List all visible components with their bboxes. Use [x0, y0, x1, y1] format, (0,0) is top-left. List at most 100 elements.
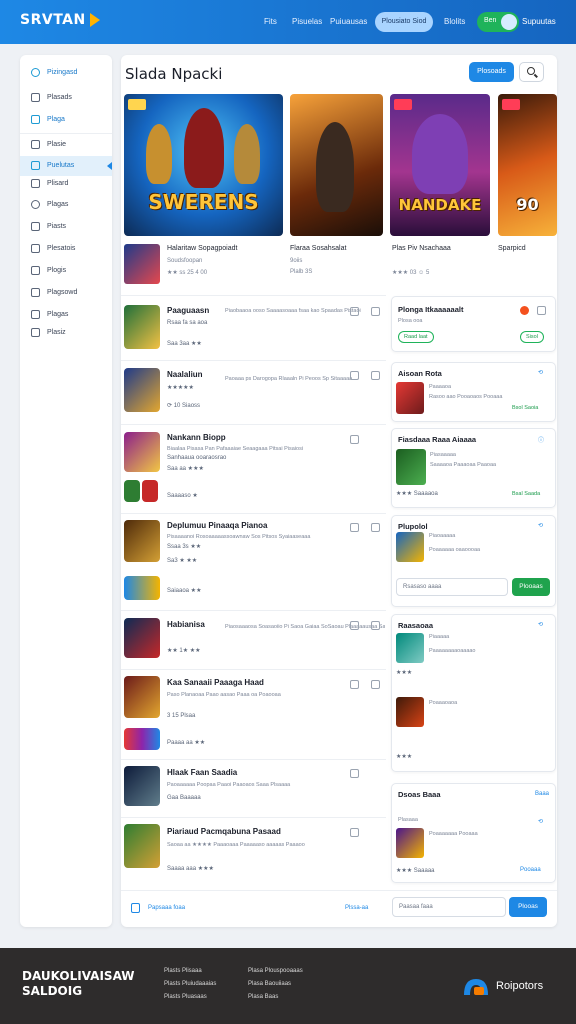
card-input[interactable]: Rsasaso aaaa — [396, 578, 508, 596]
sidebar-item-plagsowd[interactable]: Plagsowd — [20, 283, 112, 303]
bookmark-icon[interactable] — [350, 769, 359, 778]
footer-link[interactable]: Plasts Pluasaas — [164, 994, 207, 1000]
sidebar-item-plagas[interactable]: Plagas — [20, 195, 112, 215]
card-link[interactable]: Pooaaa — [520, 867, 541, 873]
nav-link-blolits[interactable]: Blolits — [444, 17, 465, 26]
search-button[interactable] — [519, 62, 544, 82]
sidebar-item-plagas-2[interactable]: Plagas — [20, 305, 112, 325]
sidebar-item-plogis[interactable]: Plogis — [20, 261, 112, 281]
featured-title[interactable]: Plas Piv Nsachaaa — [392, 245, 451, 252]
featured-card-2[interactable] — [290, 94, 383, 236]
refresh-icon[interactable]: ⟲ — [538, 818, 543, 825]
share-icon[interactable] — [371, 307, 380, 316]
card-thumbnail[interactable] — [396, 697, 424, 727]
row-title[interactable]: Naalaliun — [167, 370, 203, 379]
sidebar-item-plisard[interactable]: Plisard — [20, 174, 112, 194]
card-link[interactable]: Bsal Saada — [512, 491, 540, 497]
game-thumbnail[interactable] — [124, 520, 160, 562]
user-name[interactable]: Supuutas — [522, 17, 556, 26]
close-icon[interactable] — [537, 306, 546, 315]
featured-title[interactable]: Sparpicd — [498, 245, 526, 252]
bottom-label[interactable]: Papsaaa foaa — [148, 905, 185, 911]
card-link[interactable]: Bsol Saoia — [512, 405, 538, 411]
message-icon — [31, 288, 40, 297]
bottom-button[interactable]: Plooas — [509, 897, 547, 917]
row-title[interactable]: Hlaak Faan Saadia — [167, 768, 237, 777]
game-thumbnail[interactable] — [124, 305, 160, 349]
nav-pill-button[interactable]: Plousiato Siod — [375, 12, 433, 32]
info-icon[interactable]: ⓘ — [538, 435, 544, 444]
card-thumbnail[interactable] — [396, 449, 426, 485]
header-toggle[interactable]: Ben — [477, 12, 519, 32]
sidebar-item-plaga[interactable]: Plaga — [20, 110, 112, 130]
footer-link[interactable]: Plasts Plisaaa — [164, 968, 202, 974]
row-divider — [121, 610, 386, 611]
game-thumbnail[interactable] — [124, 766, 160, 806]
bottom-link[interactable]: Plssa-aa — [345, 905, 368, 911]
bottom-input[interactable]: Paasaa faaa — [392, 897, 506, 917]
game-thumbnail[interactable] — [142, 480, 158, 502]
game-thumbnail[interactable] — [124, 576, 160, 600]
card-thumbnail[interactable] — [396, 828, 424, 858]
bookmark-icon[interactable] — [350, 523, 359, 532]
game-thumbnail[interactable] — [124, 728, 160, 750]
sidebar-item-piasts[interactable]: Piasts — [20, 217, 112, 237]
primary-button[interactable]: Plosoads — [469, 62, 514, 82]
featured-thumb[interactable] — [124, 244, 160, 284]
game-thumbnail[interactable] — [124, 480, 140, 502]
featured-card-3[interactable]: NANDAKE — [390, 94, 490, 236]
sidebar-item-pizingasd[interactable]: Pizingasd — [20, 63, 112, 83]
bookmark-icon[interactable] — [350, 828, 359, 837]
footer-link[interactable]: Plasa Baas — [248, 994, 278, 1000]
bookmark-icon[interactable] — [350, 680, 359, 689]
app-logo[interactable]: SRVTAN — [20, 12, 100, 28]
card-thumbnail[interactable] — [396, 633, 424, 663]
refresh-icon[interactable]: ⟲ — [538, 522, 543, 529]
featured-title[interactable]: Flaraa Sosahsalat — [290, 245, 346, 252]
read-button[interactable]: Raad laat — [398, 331, 434, 343]
nav-link-fits[interactable]: Fits — [264, 17, 277, 26]
game-thumbnail[interactable] — [124, 676, 160, 718]
bookmark-icon[interactable] — [350, 435, 359, 444]
row-title[interactable]: Habianisa — [167, 620, 205, 629]
share-icon[interactable] — [371, 680, 380, 689]
sidebar-item-plasie[interactable]: Plasie — [20, 135, 112, 155]
sidebar-item-plasiz[interactable]: Plasiz — [20, 323, 112, 343]
row-title[interactable]: Deplumuu Pinaaqa Pianoa — [167, 521, 267, 530]
share-icon[interactable] — [371, 371, 380, 380]
card-link[interactable]: Baaa — [535, 791, 549, 797]
game-thumbnail[interactable] — [124, 824, 160, 868]
refresh-icon[interactable]: ⟲ — [538, 369, 543, 376]
footer-link[interactable]: Plasa Baouiiaas — [248, 981, 291, 987]
share-icon[interactable] — [371, 621, 380, 630]
refresh-icon[interactable]: ⟲ — [538, 621, 543, 628]
featured-card-4[interactable]: 90 — [498, 94, 557, 236]
game-thumbnail[interactable] — [124, 368, 160, 412]
sidebar-item-puelutas[interactable]: Puelutas — [20, 156, 112, 176]
row-title[interactable]: Nankann Biopp — [167, 433, 226, 442]
row-title[interactable]: Piariaud Pacmqabuna Pasaad — [167, 827, 281, 836]
featured-card-1[interactable]: SWERENS — [124, 94, 283, 236]
footer-link[interactable]: Plasts Pluiudaaaias — [164, 981, 216, 987]
row-title[interactable]: Kaa Sanaaii Paaaga Haad — [167, 678, 264, 687]
game-thumbnail[interactable] — [124, 618, 160, 658]
company-logo-icon[interactable] — [462, 977, 492, 997]
featured-title[interactable]: Halaritaw Sopagpoiadt — [167, 245, 237, 252]
nav-link-puiuausas[interactable]: Puiuausas — [330, 17, 367, 26]
company-name[interactable]: Roipotors — [496, 980, 543, 992]
sidebar-item-plesatois[interactable]: Plesatois — [20, 239, 112, 259]
pill-button[interactable]: Sisol — [520, 331, 544, 343]
sidebar-item-plasads[interactable]: Plasads — [20, 88, 112, 108]
game-thumbnail[interactable] — [124, 432, 160, 472]
nav-link-pisuelas[interactable]: Pisuelas — [292, 17, 322, 26]
share-icon[interactable] — [371, 523, 380, 532]
bookmark-icon[interactable] — [350, 307, 359, 316]
footer-link[interactable]: Plasa Plouspooaaas — [248, 968, 303, 974]
card-submit-button[interactable]: Plooaas — [512, 578, 550, 596]
card-meta: ★★★ Saaaaa — [396, 868, 435, 874]
bookmark-icon[interactable] — [350, 371, 359, 380]
bookmark-icon[interactable] — [350, 621, 359, 630]
row-title[interactable]: Paaguaasn — [167, 306, 209, 315]
card-thumbnail[interactable] — [396, 532, 424, 562]
card-thumbnail[interactable] — [396, 382, 424, 414]
